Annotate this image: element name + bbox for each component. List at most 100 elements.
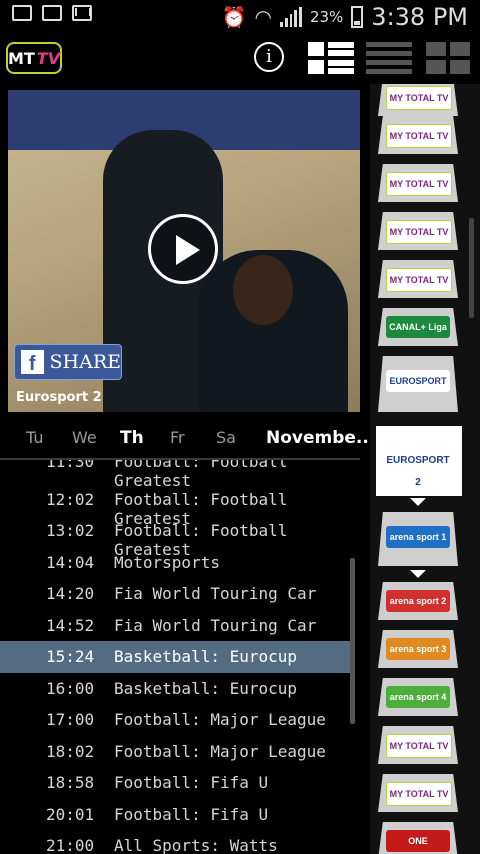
channel-item[interactable]: MY TOTAL TV xyxy=(378,164,458,202)
schedule-row[interactable]: 17:00 Football: Major League xyxy=(0,704,352,736)
list-view-icon[interactable] xyxy=(366,42,412,76)
channel-logo: EUROSPORT xyxy=(386,370,450,392)
channel-scrollbar[interactable] xyxy=(469,218,474,318)
channel-item[interactable]: MY TOTAL TV xyxy=(378,774,458,812)
channel-item-selected[interactable]: EUROSPORT 2 xyxy=(376,426,462,496)
channel-logo: arena sport 1 xyxy=(386,526,450,548)
channel-logo: ONE xyxy=(386,830,450,852)
program-time: 20:01 xyxy=(46,805,95,824)
schedule-list[interactable]: 11:30 Football: Football Greatest 12:02 Fo… xyxy=(0,460,360,854)
channel-item[interactable]: MY TOTAL TV xyxy=(378,116,458,154)
channel-logo: MY TOTAL TV xyxy=(386,782,452,806)
program-time: 11:30 xyxy=(46,460,95,471)
app-logo: MT TV xyxy=(6,42,62,74)
selection-arrow-icon xyxy=(410,570,426,578)
schedule-row[interactable]: 14:20 Fia World Touring Car xyxy=(0,578,352,610)
channel-item[interactable]: EUROSPORT xyxy=(378,356,458,412)
tab-day[interactable]: Tu xyxy=(26,428,43,447)
video-frame-head xyxy=(233,255,293,325)
channel-item[interactable]: CANAL+ Liga xyxy=(378,308,458,346)
channel-logo: EUROSPORT 2 xyxy=(386,450,450,488)
program-title: Football: Major League xyxy=(114,710,326,729)
channel-logo: MY TOTAL TV xyxy=(386,86,452,110)
program-title: Fia World Touring Car xyxy=(114,584,317,603)
logo-mt: MT xyxy=(7,48,35,68)
schedule-row[interactable]: 14:04 Motorsports xyxy=(0,547,352,579)
gallery-notification-icon xyxy=(12,5,32,21)
channel-item[interactable]: arena sport 3 xyxy=(378,630,458,668)
logo-tv: TV xyxy=(36,48,61,68)
channel-item[interactable]: arena sport 1 xyxy=(378,512,458,566)
selection-arrow-icon xyxy=(410,498,426,506)
channel-logo: arena sport 3 xyxy=(386,638,450,660)
schedule-row[interactable]: 18:02 Football: Major League xyxy=(0,736,352,768)
clock: 3:38 PM xyxy=(371,3,468,31)
program-time: 21:00 xyxy=(46,836,95,854)
tile-view-icon[interactable] xyxy=(426,42,472,76)
tab-day[interactable]: Fr xyxy=(170,428,185,447)
channel-item[interactable]: ONE xyxy=(378,822,458,854)
channel-item[interactable]: arena sport 2 xyxy=(378,582,458,620)
schedule-row[interactable]: 14:52 Fia World Touring Car xyxy=(0,610,352,642)
program-time: 17:00 xyxy=(46,710,95,729)
program-time: 18:58 xyxy=(46,773,95,792)
info-button[interactable]: i xyxy=(254,42,284,72)
channel-item[interactable]: MY TOTAL TV xyxy=(378,260,458,298)
tab-day-selected[interactable]: Th xyxy=(120,428,144,448)
schedule-row[interactable]: 12:02 Football: Football Greatest xyxy=(0,484,352,528)
channel-logo: MY TOTAL TV xyxy=(386,172,452,196)
program-title: Football: Fifa U xyxy=(114,773,269,792)
channel-logo: CANAL+ Liga xyxy=(386,316,450,338)
program-time: 15:24 xyxy=(46,647,95,666)
schedule-row[interactable]: 21:00 All Sports: Watts xyxy=(0,830,352,854)
channel-item[interactable]: MY TOTAL TV xyxy=(378,84,458,116)
channel-item[interactable]: MY TOTAL TV xyxy=(378,726,458,764)
grid-list-view-icon[interactable] xyxy=(308,42,354,76)
share-label: SHARE xyxy=(49,351,121,373)
channel-logo: MY TOTAL TV xyxy=(386,268,452,292)
day-tabs: Tu We Th Fr Sa Novembe... xyxy=(0,418,375,460)
channel-name: Eurosport 2 xyxy=(16,390,102,405)
video-player[interactable]: f SHARE Eurosport 2 xyxy=(8,90,360,412)
program-time: 13:02 xyxy=(46,521,95,540)
channel-logo: arena sport 4 xyxy=(386,686,450,708)
tab-day[interactable]: We xyxy=(72,428,97,447)
schedule-row[interactable]: 13:02 Football: Football Greatest xyxy=(0,515,352,559)
schedule-row[interactable]: 11:30 Football: Football Greatest xyxy=(0,460,352,490)
mail-notification-icon xyxy=(72,5,92,21)
schedule-row-selected[interactable]: 15:24 Basketball: Eurocup xyxy=(0,641,352,673)
alarm-icon: ⏰ xyxy=(221,5,247,29)
channel-sidebar[interactable]: MY TOTAL TV MY TOTAL TV MY TOTAL TV MY T… xyxy=(370,84,480,854)
play-button[interactable] xyxy=(148,214,218,284)
program-title: Motorsports xyxy=(114,553,220,572)
program-time: 14:20 xyxy=(46,584,95,603)
facebook-icon: f xyxy=(21,350,44,375)
month-selector[interactable]: Novembe... xyxy=(266,428,375,448)
program-time: 18:02 xyxy=(46,742,95,761)
schedule-scrollbar[interactable] xyxy=(350,558,355,724)
channel-item[interactable]: arena sport 4 xyxy=(378,678,458,716)
program-time: 14:04 xyxy=(46,553,95,572)
tab-day[interactable]: Sa xyxy=(216,428,236,447)
app-bar: MT TV i xyxy=(0,34,480,84)
channel-logo: arena sport 2 xyxy=(386,590,450,612)
facebook-share-button[interactable]: f SHARE xyxy=(14,344,122,380)
program-time: 12:02 xyxy=(46,490,95,509)
schedule-row[interactable]: 18:58 Football: Fifa U xyxy=(0,767,352,799)
channel-logo: MY TOTAL TV xyxy=(386,220,452,244)
program-title: Football: Fifa U xyxy=(114,805,269,824)
schedule-row[interactable]: 20:01 Football: Fifa U xyxy=(0,799,352,831)
program-title: All Sports: Watts xyxy=(114,836,278,854)
status-bar: ⏰ ◠ 23% 3:38 PM xyxy=(0,0,480,34)
wifi-icon: ◠ xyxy=(254,5,272,29)
schedule-row[interactable]: 16:00 Basketball: Eurocup xyxy=(0,673,352,705)
program-time: 14:52 xyxy=(46,616,95,635)
battery-icon xyxy=(351,6,364,28)
battery-percent: 23% xyxy=(309,8,344,26)
program-title: Football: Major League xyxy=(114,742,326,761)
program-time: 16:00 xyxy=(46,679,95,698)
channel-item[interactable]: MY TOTAL TV xyxy=(378,212,458,250)
channel-logo: MY TOTAL TV xyxy=(386,124,452,148)
outlook-notification-icon xyxy=(42,5,62,21)
program-title: Fia World Touring Car xyxy=(114,616,317,635)
